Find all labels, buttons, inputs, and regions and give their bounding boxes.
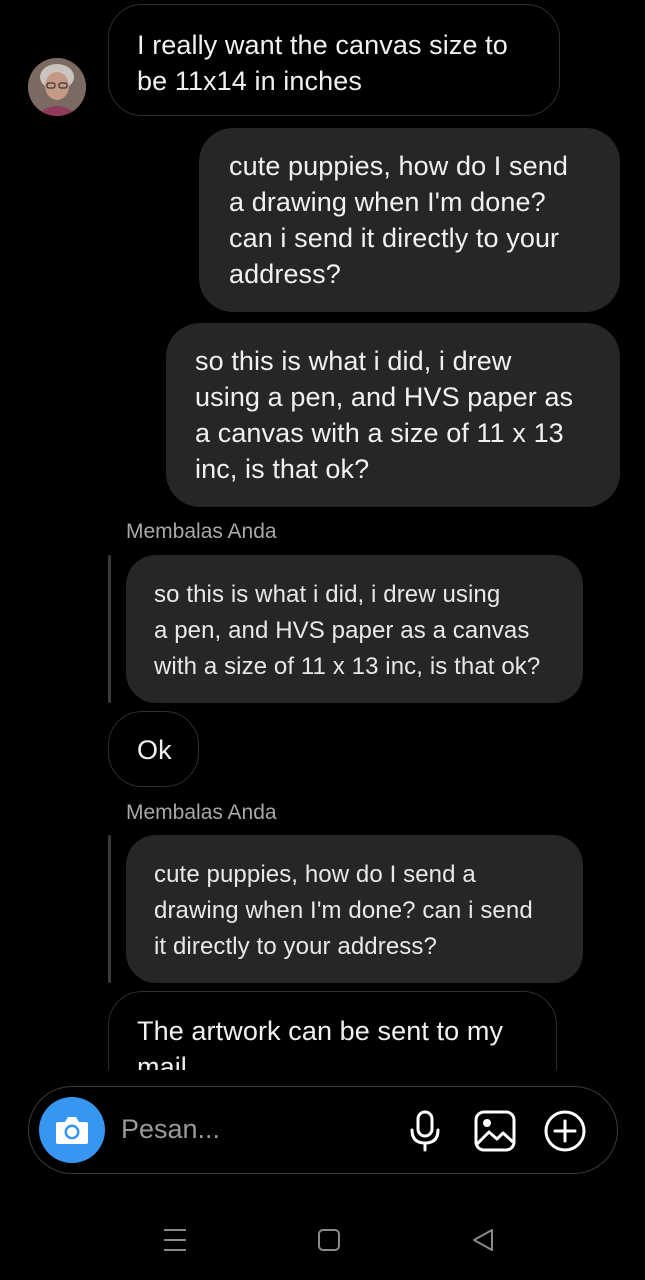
message-text: I really want the canvas size to be 11x1… xyxy=(137,30,508,96)
quoted-message[interactable]: cute puppies, how do I send a drawing wh… xyxy=(126,835,583,983)
reply-label: Membalas Anda xyxy=(126,520,277,543)
incoming-message[interactable]: The artwork can be sent to my mail xyxy=(108,991,557,1070)
outgoing-message[interactable]: so this is what i did, i drew using a pe… xyxy=(166,323,620,507)
quote-bar xyxy=(108,835,111,983)
message-text: so this is what i did, i drew using a pe… xyxy=(195,346,574,484)
quoted-message[interactable]: so this is what i did, i drew using a pe… xyxy=(126,555,583,703)
camera-button[interactable] xyxy=(39,1097,105,1163)
quoted-text: so this is what i did, i drew using a pe… xyxy=(154,581,541,680)
contact-avatar[interactable] xyxy=(28,58,86,116)
system-navigation-bar xyxy=(0,1200,645,1280)
back-icon[interactable] xyxy=(470,1226,496,1254)
menu-icon[interactable] xyxy=(162,1226,188,1254)
reply-label: Membalas Anda xyxy=(126,801,277,824)
message-composer xyxy=(28,1086,618,1174)
quoted-text: cute puppies, how do I send a drawing wh… xyxy=(154,861,533,960)
message-text: Ok xyxy=(137,735,172,765)
message-text: The artwork can be sent to my mail xyxy=(137,1016,504,1070)
incoming-message[interactable]: Ok xyxy=(108,711,199,787)
home-icon[interactable] xyxy=(316,1226,342,1254)
plus-circle-icon[interactable] xyxy=(543,1109,587,1153)
message-text: cute puppies, how do I send a drawing wh… xyxy=(229,151,568,289)
quote-bar xyxy=(108,555,111,703)
outgoing-message[interactable]: cute puppies, how do I send a drawing wh… xyxy=(199,128,620,312)
message-thread[interactable]: I really want the canvas size to be 11x1… xyxy=(0,0,645,1070)
incoming-message[interactable]: I really want the canvas size to be 11x1… xyxy=(108,4,560,116)
microphone-icon[interactable] xyxy=(403,1109,447,1153)
message-input[interactable] xyxy=(121,1109,381,1149)
camera-icon xyxy=(56,1117,88,1144)
gallery-icon[interactable] xyxy=(473,1109,517,1153)
